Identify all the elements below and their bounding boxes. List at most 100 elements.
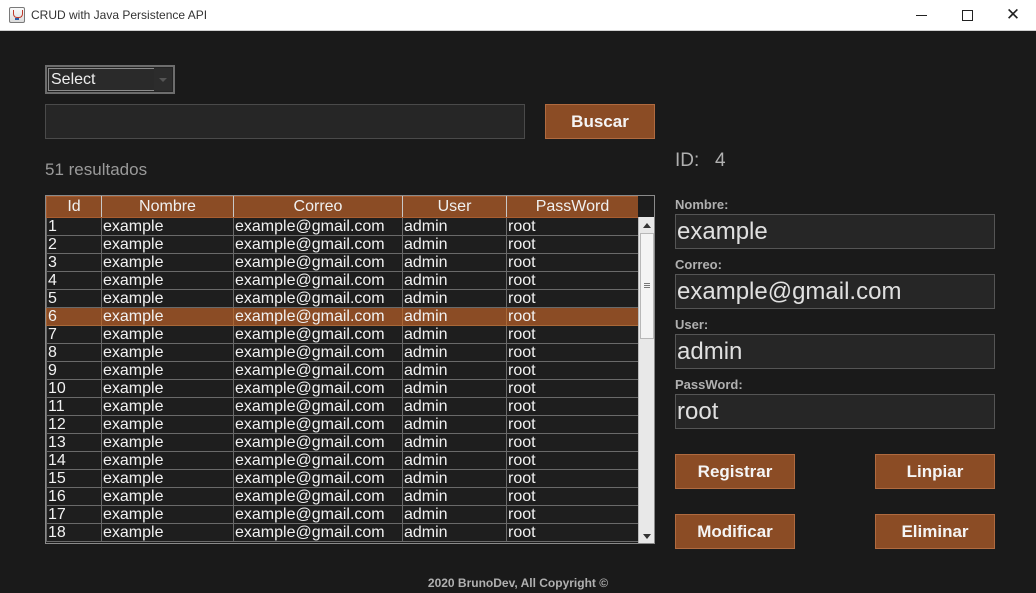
cell-nombre[interactable]: example xyxy=(101,307,234,326)
cell-correo[interactable]: example@gmail.com xyxy=(233,451,403,470)
cell-correo[interactable]: example@gmail.com xyxy=(233,415,403,434)
cell-correo[interactable]: example@gmail.com xyxy=(233,361,403,380)
maximize-button[interactable] xyxy=(944,0,990,31)
cell-nombre[interactable]: example xyxy=(101,469,234,488)
table-row[interactable]: 15 example example@gmail.com admin root xyxy=(46,469,639,488)
cell-id[interactable]: 4 xyxy=(46,271,102,290)
cell-nombre[interactable]: example xyxy=(101,487,234,506)
cell-correo[interactable]: example@gmail.com xyxy=(233,433,403,452)
cell-correo[interactable]: example@gmail.com xyxy=(233,379,403,398)
cell-nombre[interactable]: example xyxy=(101,361,234,380)
table-row[interactable]: 3 example example@gmail.com admin root xyxy=(46,253,639,272)
cell-user[interactable]: admin xyxy=(402,379,507,398)
cell-id[interactable]: 9 xyxy=(46,361,102,380)
cell-nombre[interactable]: example xyxy=(101,217,234,236)
cell-nombre[interactable]: example xyxy=(101,325,234,344)
scroll-down-icon[interactable] xyxy=(639,528,654,543)
cell-user[interactable]: admin xyxy=(402,235,507,254)
cell-password[interactable]: root xyxy=(506,289,639,308)
cell-id[interactable]: 6 xyxy=(46,307,102,326)
cell-password[interactable]: root xyxy=(506,325,639,344)
column-header-user[interactable]: User xyxy=(402,196,507,218)
cell-id[interactable]: 13 xyxy=(46,433,102,452)
cell-user[interactable]: admin xyxy=(402,361,507,380)
table-row[interactable]: 13 example example@gmail.com admin root xyxy=(46,433,639,452)
nombre-field[interactable] xyxy=(675,214,995,249)
scrollbar-thumb[interactable] xyxy=(640,233,654,339)
cell-correo[interactable]: example@gmail.com xyxy=(233,469,403,488)
cell-id[interactable]: 18 xyxy=(46,523,102,542)
cell-id[interactable]: 5 xyxy=(46,289,102,308)
cell-nombre[interactable]: example xyxy=(101,415,234,434)
table-row[interactable]: 17 example example@gmail.com admin root xyxy=(46,505,639,524)
column-header-password[interactable]: PassWord xyxy=(506,196,639,218)
correo-field[interactable] xyxy=(675,274,995,309)
chevron-down-icon[interactable] xyxy=(154,68,172,91)
table-row[interactable]: 1 example example@gmail.com admin root xyxy=(46,217,639,236)
cell-nombre[interactable]: example xyxy=(101,397,234,416)
limpiar-button[interactable]: Linpiar xyxy=(875,454,995,489)
cell-nombre[interactable]: example xyxy=(101,523,234,542)
table-row[interactable]: 5 example example@gmail.com admin root xyxy=(46,289,639,308)
cell-password[interactable]: root xyxy=(506,379,639,398)
column-header-id[interactable]: Id xyxy=(46,196,102,218)
cell-password[interactable]: root xyxy=(506,217,639,236)
cell-user[interactable]: admin xyxy=(402,343,507,362)
cell-correo[interactable]: example@gmail.com xyxy=(233,307,403,326)
cell-password[interactable]: root xyxy=(506,469,639,488)
cell-user[interactable]: admin xyxy=(402,253,507,272)
scroll-up-icon[interactable] xyxy=(639,217,654,233)
table-row[interactable]: 16 example example@gmail.com admin root xyxy=(46,487,639,506)
cell-password[interactable]: root xyxy=(506,307,639,326)
cell-password[interactable]: root xyxy=(506,235,639,254)
cell-nombre[interactable]: example xyxy=(101,505,234,524)
cell-correo[interactable]: example@gmail.com xyxy=(233,343,403,362)
cell-user[interactable]: admin xyxy=(402,523,507,542)
cell-nombre[interactable]: example xyxy=(101,271,234,290)
cell-user[interactable]: admin xyxy=(402,433,507,452)
cell-correo[interactable]: example@gmail.com xyxy=(233,505,403,524)
cell-user[interactable]: admin xyxy=(402,451,507,470)
cell-user[interactable]: admin xyxy=(402,487,507,506)
cell-password[interactable]: root xyxy=(506,487,639,506)
modificar-button[interactable]: Modificar xyxy=(675,514,795,549)
cell-password[interactable]: root xyxy=(506,397,639,416)
cell-id[interactable]: 7 xyxy=(46,325,102,344)
cell-nombre[interactable]: example xyxy=(101,433,234,452)
cell-password[interactable]: root xyxy=(506,253,639,272)
minimize-button[interactable] xyxy=(898,0,944,31)
cell-correo[interactable]: example@gmail.com xyxy=(233,253,403,272)
cell-password[interactable]: root xyxy=(506,523,639,542)
search-input[interactable] xyxy=(45,104,525,139)
table-row[interactable]: 7 example example@gmail.com admin root xyxy=(46,325,639,344)
cell-user[interactable]: admin xyxy=(402,397,507,416)
cell-password[interactable]: root xyxy=(506,343,639,362)
cell-user[interactable]: admin xyxy=(402,307,507,326)
registrar-button[interactable]: Registrar xyxy=(675,454,795,489)
eliminar-button[interactable]: Eliminar xyxy=(875,514,995,549)
cell-id[interactable]: 17 xyxy=(46,505,102,524)
cell-id[interactable]: 1 xyxy=(46,217,102,236)
cell-password[interactable]: root xyxy=(506,271,639,290)
cell-id[interactable]: 15 xyxy=(46,469,102,488)
cell-id[interactable]: 14 xyxy=(46,451,102,470)
cell-id[interactable]: 10 xyxy=(46,379,102,398)
table-row[interactable]: 6 example example@gmail.com admin root xyxy=(46,307,639,326)
cell-user[interactable]: admin xyxy=(402,505,507,524)
cell-id[interactable]: 11 xyxy=(46,397,102,416)
cell-id[interactable]: 8 xyxy=(46,343,102,362)
cell-correo[interactable]: example@gmail.com xyxy=(233,325,403,344)
table-row[interactable]: 8 example example@gmail.com admin root xyxy=(46,343,639,362)
cell-password[interactable]: root xyxy=(506,451,639,470)
cell-user[interactable]: admin xyxy=(402,415,507,434)
cell-id[interactable]: 16 xyxy=(46,487,102,506)
cell-correo[interactable]: example@gmail.com xyxy=(233,397,403,416)
table-row[interactable]: 9 example example@gmail.com admin root xyxy=(46,361,639,380)
cell-user[interactable]: admin xyxy=(402,271,507,290)
table-row[interactable]: 18 example example@gmail.com admin root xyxy=(46,523,639,542)
table-row[interactable]: 2 example example@gmail.com admin root xyxy=(46,235,639,254)
close-button[interactable]: ✕ xyxy=(990,0,1036,31)
cell-correo[interactable]: example@gmail.com xyxy=(233,271,403,290)
column-header-nombre[interactable]: Nombre xyxy=(101,196,234,218)
table-row[interactable]: 11 example example@gmail.com admin root xyxy=(46,397,639,416)
